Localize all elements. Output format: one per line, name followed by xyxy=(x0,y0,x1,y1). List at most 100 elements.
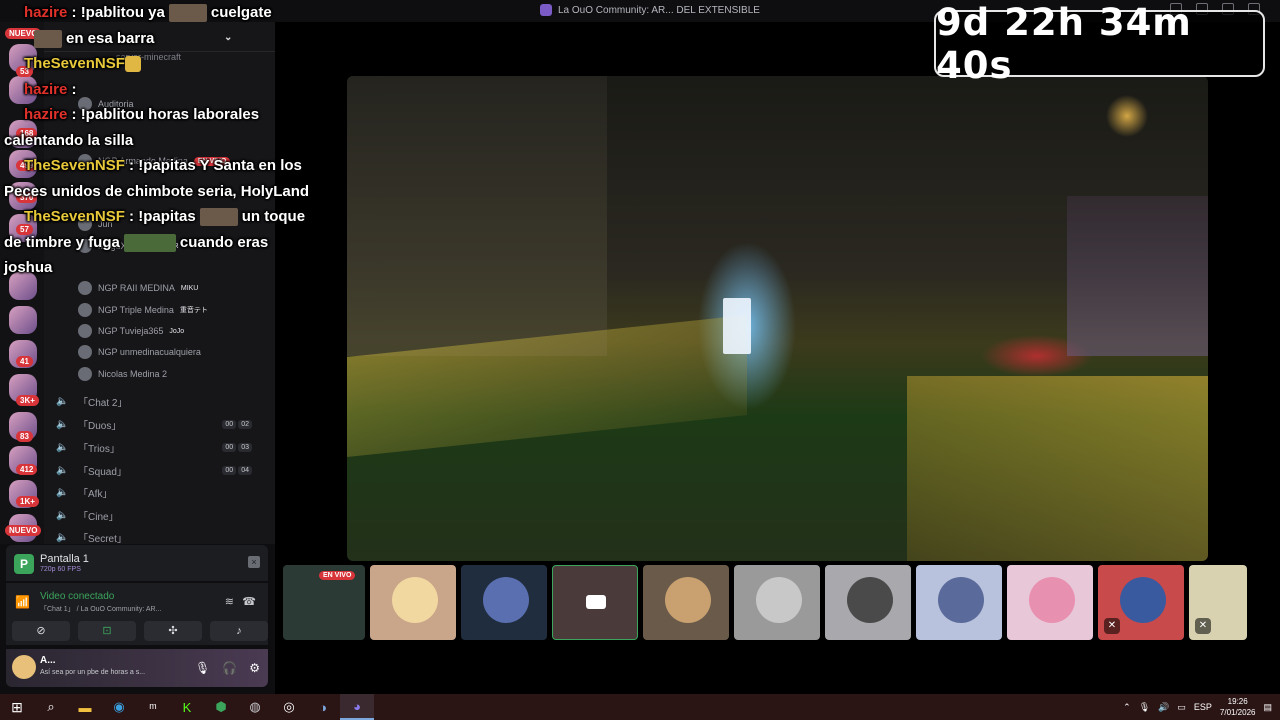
voice-channel[interactable]: 🔈 「Duos」 00 02 xyxy=(56,415,266,433)
stream-video[interactable] xyxy=(347,76,1208,561)
camera-off-button[interactable]: ⊘ xyxy=(12,621,70,641)
participant-strip: EN VIVO ✕ ✕ xyxy=(283,565,1247,640)
avatar xyxy=(665,577,711,623)
participant-tile[interactable] xyxy=(825,565,911,640)
windows-start-icon[interactable]: ⊞ xyxy=(0,694,34,720)
speaker-icon: 🔈 xyxy=(56,510,69,521)
voice-channel[interactable]: 🔈 「Chat 2」 xyxy=(56,392,266,410)
participant-tile[interactable]: ✕ xyxy=(1189,565,1247,640)
volume-icon[interactable]: 🔊 xyxy=(1158,702,1169,713)
participant-tile[interactable]: ✕ xyxy=(1098,565,1184,640)
participant-tile[interactable] xyxy=(370,565,456,640)
headphones-icon[interactable]: 🎧 xyxy=(222,661,237,675)
noise-suppression-icon[interactable]: ≋ xyxy=(225,595,234,608)
chat-user: TheSevenNSF xyxy=(24,55,125,72)
video-road xyxy=(907,376,1208,561)
user-count-limit: 04 xyxy=(238,465,252,475)
close-icon[interactable]: × xyxy=(248,556,260,568)
avatar[interactable] xyxy=(12,655,36,679)
microphone-icon[interactable]: 🎙 xyxy=(195,661,210,675)
chat-text: : !papitas xyxy=(124,208,196,225)
app-icon[interactable]: ᵐ xyxy=(136,694,170,720)
camera-icon xyxy=(586,595,606,609)
avatar xyxy=(483,577,529,623)
participant-tile-video[interactable] xyxy=(552,565,638,640)
participant-tile[interactable] xyxy=(643,565,729,640)
chat-user: hazire xyxy=(24,106,68,123)
voice-channel[interactable]: 🔈 「Secret」 xyxy=(56,528,266,546)
voice-panel: P Pantalla 1 720p 60 FPS × 📶 Video conec… xyxy=(6,545,268,688)
unread-badge: 412 xyxy=(16,464,38,475)
user-count: 00 03 xyxy=(222,442,252,452)
screen-share-icon: P xyxy=(14,554,34,574)
server-icon[interactable] xyxy=(9,306,37,334)
app-icon[interactable]: ◍ xyxy=(238,694,272,720)
avatar xyxy=(78,345,92,359)
avatar xyxy=(1120,577,1166,623)
app-icon[interactable]: ⬢ xyxy=(204,694,238,720)
voice-user[interactable]: NGP RAII MEDINA MIKU xyxy=(78,280,198,296)
voice-channel[interactable]: 🔈 「Cine」 xyxy=(56,506,266,524)
speaker-icon: 🔈 xyxy=(56,419,69,430)
voice-channel-path[interactable]: 「Chat 1」 / La OuO Community: AR... xyxy=(40,604,161,614)
chat-text: de timbre y fuga xyxy=(4,233,120,251)
user-count-current: 00 xyxy=(222,465,237,475)
edge-icon[interactable]: ◉ xyxy=(102,694,136,720)
screen-share-button[interactable]: ⊡ xyxy=(78,621,136,641)
participant-tile[interactable] xyxy=(1007,565,1093,640)
chat-message: calentando la silla xyxy=(4,128,338,154)
kick-icon[interactable]: K xyxy=(170,694,204,720)
participant-tile-live[interactable]: EN VIVO xyxy=(283,565,365,640)
channel-name: 「Cine」 xyxy=(78,511,119,523)
voice-user[interactable]: NGP Triple Medina 重音テト xyxy=(78,302,208,318)
activities-button[interactable]: ✣ xyxy=(144,621,202,641)
chat-message: hazire : !pablitou ya cuelgate xyxy=(4,0,338,26)
user-tag: 重音テト xyxy=(179,307,208,314)
discord-icon[interactable]: ◕ xyxy=(340,694,374,720)
voice-user[interactable]: NGP unmedinacualquiera xyxy=(78,344,201,360)
participant-tile[interactable] xyxy=(461,565,547,640)
settings-gear-icon[interactable]: ⚙ xyxy=(249,661,260,675)
chat-user: TheSevenNSF xyxy=(24,208,125,225)
chevron-up-icon[interactable]: ⌃ xyxy=(1123,702,1131,713)
channel-name: 「Afk」 xyxy=(78,488,113,500)
chrome-icon[interactable]: ◑ xyxy=(306,694,340,720)
participant-tile[interactable] xyxy=(734,565,820,640)
chat-text: en esa barra xyxy=(66,29,155,47)
chat-message: hazire : !pablitou horas laborales xyxy=(4,102,338,128)
avatar xyxy=(847,577,893,623)
chat-user: hazire xyxy=(24,80,68,98)
new-badge: NUEVO xyxy=(5,525,42,536)
voice-user[interactable]: NGP Tuvieja365 JoJo xyxy=(78,323,184,339)
search-icon[interactable]: ⌕ xyxy=(34,694,68,720)
chat-user: TheSevenNSF xyxy=(24,157,125,174)
user-count: 00 04 xyxy=(222,465,252,475)
obs-icon[interactable]: ◎ xyxy=(272,694,306,720)
user-count-current: 00 xyxy=(222,442,237,452)
user-count-limit: 02 xyxy=(238,419,252,429)
user-controls: 🎙 🎧 ⚙ xyxy=(195,661,260,675)
user-tag: MIKU xyxy=(180,284,199,292)
language-indicator[interactable]: ESP xyxy=(1194,702,1212,712)
voice-channel[interactable]: 🔈 「Trios」 00 03 xyxy=(56,438,266,456)
chat-text: : !papitas Y Santa en los xyxy=(124,157,302,174)
disconnect-icon[interactable]: ☎ xyxy=(242,595,256,608)
voice-user[interactable]: Nicolas Medina 2 xyxy=(78,366,167,382)
soundboard-button[interactable]: ♪ xyxy=(210,621,268,641)
microphone-icon[interactable]: 🎙 xyxy=(1139,702,1150,713)
network-icon[interactable]: ▭ xyxy=(1177,702,1186,713)
notifications-icon[interactable]: ▤ xyxy=(1263,702,1272,713)
voice-channel[interactable]: 🔈 「Afk」 xyxy=(56,483,266,501)
countdown-timer: 9d 22h 34m 40s xyxy=(934,1,1265,87)
discord-window: La OuO Community: AR... DEL EXTENSIBLE N… xyxy=(0,0,1280,694)
participant-tile[interactable] xyxy=(916,565,1002,640)
chat-message: TheSevenNSF : !papitas un toque xyxy=(4,204,338,230)
voice-channel[interactable]: 🔈 「Squad」 00 04 xyxy=(56,461,266,479)
emote-image xyxy=(168,4,207,23)
voice-status: Video conectado xyxy=(40,591,115,602)
windows-taskbar: ⊞ ⌕ ▬ ◉ ᵐ K ⬢ ◍ ◎ ◑ ◕ ⌃ 🎙 🔊 ▭ ESP 19:26 7… xyxy=(0,694,1280,720)
chat-message: en esa barra xyxy=(4,26,338,52)
unread-badge: 41 xyxy=(16,356,33,367)
file-explorer-icon[interactable]: ▬ xyxy=(68,694,102,720)
clock[interactable]: 19:26 7/01/2026 xyxy=(1220,696,1256,718)
